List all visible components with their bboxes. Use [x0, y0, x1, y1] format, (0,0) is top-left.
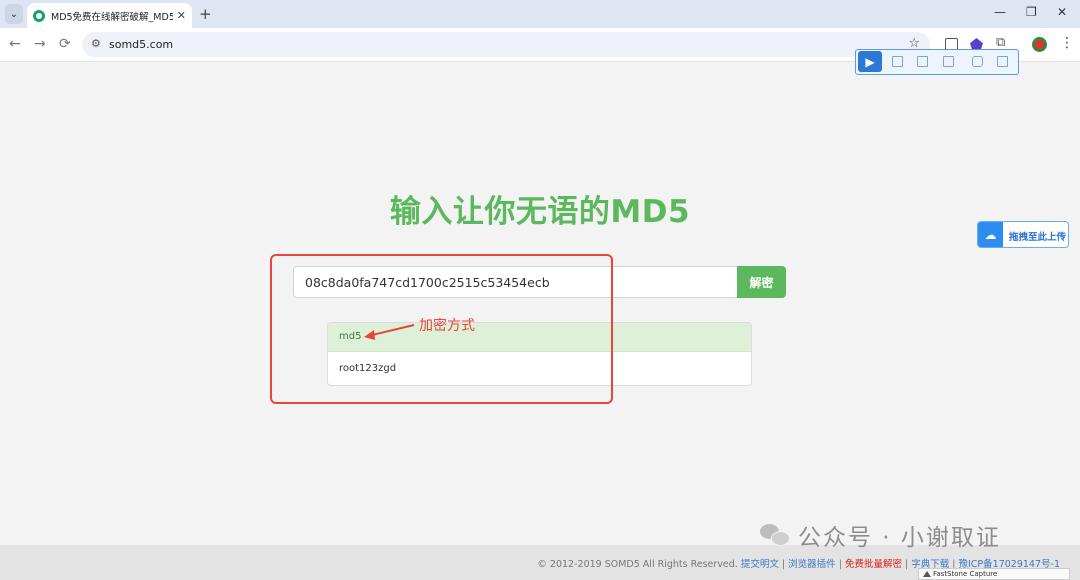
- result-plaintext: root123zgd: [339, 363, 397, 374]
- drag-upload-button[interactable]: ☁ 拖拽至此上传: [977, 221, 1069, 248]
- url-text[interactable]: somd5.com: [109, 38, 173, 51]
- minimize-button[interactable]: —: [994, 5, 1006, 19]
- close-window-button[interactable]: ✕: [1057, 5, 1067, 19]
- footer-link-browser-plugin[interactable]: 浏览器插件: [788, 559, 836, 570]
- annotation-arrow-icon: [364, 324, 415, 340]
- wechat-logo-icon: [760, 522, 790, 548]
- fullscreen-capture-icon[interactable]: [892, 56, 903, 67]
- annotation-label: 加密方式: [419, 318, 475, 334]
- region-capture-icon[interactable]: [997, 56, 1008, 67]
- tab-close-icon[interactable]: ✕: [177, 9, 186, 22]
- video-camera-icon[interactable]: ▶: [858, 51, 882, 72]
- watermark-text: 公众号 · 小谢取证: [798, 525, 1001, 551]
- footer-link-batch-decrypt[interactable]: 免费批量解密: [845, 559, 902, 570]
- footer-separator: |: [838, 559, 842, 570]
- camera-icon[interactable]: [972, 56, 983, 67]
- wechat-watermark: 公众号 · 小谢取证: [760, 518, 1001, 552]
- scroll-capture-icon[interactable]: [943, 56, 954, 67]
- reload-button[interactable]: ⟳: [59, 36, 71, 52]
- copyright-text: © 2012-2019 SOMD5 All Rights Reserved.: [537, 559, 738, 570]
- cloud-upload-icon: ☁: [978, 222, 1003, 247]
- restore-button[interactable]: ❐: [1026, 5, 1037, 19]
- footer-separator: |: [904, 559, 909, 570]
- footer-separator: |: [781, 559, 786, 570]
- forward-button[interactable]: →: [34, 36, 46, 52]
- active-tab[interactable]: MD5免费在线解密破解_MD5在 ✕: [27, 3, 192, 28]
- omnibox[interactable]: ⚙ somd5.com ☆: [82, 32, 930, 57]
- site-info-icon[interactable]: ⚙: [91, 37, 101, 50]
- window-capture-icon[interactable]: [917, 56, 928, 67]
- footer-link-submit-plaintext[interactable]: 提交明文: [741, 559, 779, 570]
- capture-toolbar: ▶: [855, 49, 1019, 75]
- browser-tab-bar: ⌄ MD5免费在线解密破解_MD5在 ✕ + — ❐ ✕: [0, 0, 1080, 28]
- md5-hash-input[interactable]: [293, 266, 738, 298]
- site-favicon-icon: [33, 9, 45, 22]
- profile-avatar[interactable]: [1032, 37, 1047, 52]
- browser-menu-icon[interactable]: ⋮: [1060, 35, 1074, 51]
- new-tab-button[interactable]: +: [199, 5, 212, 23]
- decrypt-button[interactable]: 解密: [737, 266, 786, 298]
- upload-label: 拖拽至此上传: [1009, 232, 1067, 243]
- puzzle-icon[interactable]: ⧉: [996, 35, 1005, 50]
- back-button[interactable]: ←: [9, 36, 21, 52]
- page-title: 输入让你无语的MD5: [389, 194, 691, 230]
- tab-list-button[interactable]: ⌄: [5, 4, 23, 24]
- faststone-capture-tag: FastStone Capture: [918, 568, 1070, 580]
- tab-title: MD5免费在线解密破解_MD5在: [51, 11, 173, 23]
